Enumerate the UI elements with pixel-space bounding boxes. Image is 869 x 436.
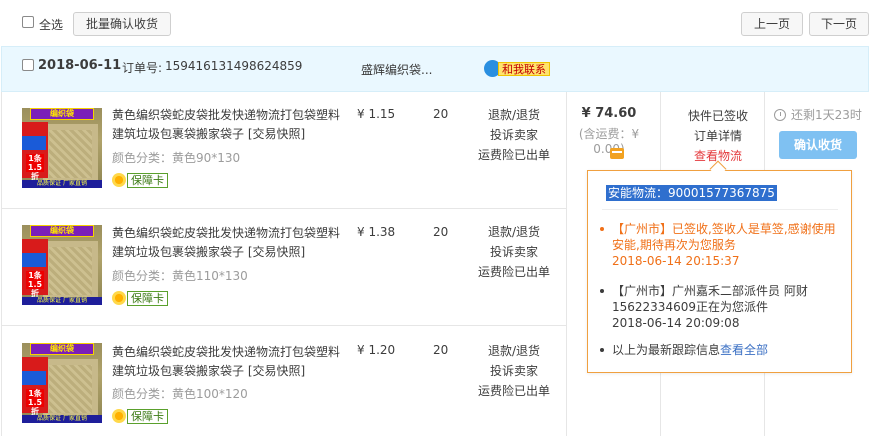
shipping-insurance-text: 运费险已出单 — [477, 384, 550, 398]
select-all-label: 全选 — [39, 18, 64, 32]
batch-confirm-button[interactable]: 批量确认收货 — [73, 12, 171, 36]
product-title-link[interactable]: 黄色编织袋蛇皮袋批发快递物流打包袋塑料建筑垃圾包裹袋搬家袋子 [交易快照] — [112, 224, 342, 262]
thumb-foot: 品质保证 厂家直销 — [22, 297, 102, 305]
table-border-left — [1, 92, 2, 436]
refund-link[interactable]: 退款/退货 — [469, 222, 559, 242]
guarantee-label: 保障卡 — [127, 172, 168, 188]
order-total: ¥ 74.60 (含运费：¥ 0.00) — [568, 106, 650, 156]
row-divider — [1, 208, 566, 209]
thumb-banner: 编织袋 — [30, 343, 94, 355]
shipping-insurance-text: 运费险已出单 — [477, 148, 550, 162]
tracking-number: 安能物流：90001577367875 — [606, 185, 777, 201]
item-operations: 退款/退货 投诉卖家 运费险已出单 — [469, 222, 559, 282]
product-spec: 颜色分类：黄色110*130 — [112, 269, 248, 283]
order-status: 快件已签收 订单详情 查看物流 — [680, 106, 756, 166]
remaining-time-text: 还剩1天23时 — [791, 108, 862, 122]
flower-icon — [112, 291, 126, 305]
order-detail-link[interactable]: 订单详情 — [680, 126, 756, 146]
complain-link[interactable]: 投诉卖家 — [469, 361, 559, 381]
product-spec: 颜色分类：黄色90*130 — [112, 151, 241, 165]
logistics-event: 【广州市】广州嘉禾二部派件员 阿财 15622334609正在为您派件 2018… — [600, 283, 840, 331]
payment-card-icon[interactable] — [610, 148, 624, 159]
thumb-banner: 编织袋 — [30, 108, 94, 120]
guarantee-card[interactable]: 保障卡 — [112, 290, 168, 306]
logistics-event: 【广州市】已签收,签收人是草签,感谢使用安能,期待再次为您服务 2018-06-… — [600, 221, 840, 269]
bullet-dot — [600, 348, 604, 352]
guarantee-label: 保障卡 — [127, 408, 168, 424]
unit-price: ¥ 1.20 — [357, 343, 396, 357]
column-divider — [566, 92, 567, 436]
unit-price: ¥ 1.38 — [357, 225, 396, 239]
guarantee-card[interactable]: 保障卡 — [112, 408, 168, 424]
thumb-banner: 编织袋 — [30, 225, 94, 237]
row-divider — [1, 325, 566, 326]
order-number: 159416131498624859 — [165, 59, 303, 73]
quantity: 20 — [433, 107, 449, 121]
thumb-foot: 品质保证 厂家直销 — [22, 180, 102, 188]
contact-seller-button[interactable]: 和我联系 — [484, 60, 550, 77]
flower-icon — [112, 173, 126, 187]
complain-link[interactable]: 投诉卖家 — [469, 242, 559, 262]
quantity: 20 — [433, 225, 449, 239]
logistics-popover: 安能物流：90001577367875 【广州市】已签收,签收人是草签,感谢使用… — [587, 170, 852, 373]
unit-price: ¥ 1.15 — [357, 107, 396, 121]
popover-divider — [602, 209, 838, 210]
select-all-checkbox[interactable] — [22, 16, 34, 28]
event-text: 【广州市】已签收,签收人是草签,感谢使用安能,期待再次为您服务 — [612, 222, 836, 252]
event-time: 2018-06-14 20:15:37 — [612, 254, 740, 268]
item-operations: 退款/退货 投诉卖家 运费险已出单 — [469, 105, 559, 165]
contact-seller-label: 和我联系 — [498, 62, 550, 76]
view-all-link[interactable]: 查看全部 — [720, 343, 768, 357]
guarantee-label: 保障卡 — [127, 290, 168, 306]
event-text: 【广州市】广州嘉禾二部派件员 阿财 15622334609正在为您派件 — [612, 284, 808, 314]
logistics-footer: 以上为最新跟踪信息查看全部 — [600, 342, 840, 358]
shipping-insurance-text: 运费险已出单 — [477, 265, 550, 279]
thumb-tag: 1条 1.5折 — [26, 154, 44, 181]
refund-link[interactable]: 退款/退货 — [469, 341, 559, 361]
complain-link[interactable]: 投诉卖家 — [469, 125, 559, 145]
bullet-dot — [600, 289, 604, 293]
confirm-receipt-button[interactable]: 确认收货 — [779, 131, 857, 159]
total-amount: ¥ 74.60 — [581, 106, 637, 121]
clock-icon — [774, 108, 786, 121]
flower-icon — [112, 409, 126, 423]
product-title-link[interactable]: 黄色编织袋蛇皮袋批发快递物流打包袋塑料建筑垃圾包裹袋搬家袋子 [交易快照] — [112, 343, 342, 381]
shipping-note: (含运费：¥ 0.00) — [578, 127, 640, 156]
product-title-link[interactable]: 黄色编织袋蛇皮袋批发快递物流打包袋塑料建筑垃圾包裹袋搬家袋子 [交易快照] — [112, 106, 342, 144]
footer-text: 以上为最新跟踪信息 — [612, 343, 721, 357]
refund-link[interactable]: 退款/退货 — [469, 105, 559, 125]
thumb-tag: 1条 1.5折 — [26, 389, 44, 416]
thumb-foot: 品质保证 厂家直销 — [22, 415, 102, 423]
event-time: 2018-06-14 20:09:08 — [612, 316, 740, 330]
status-delivered: 快件已签收 — [687, 109, 748, 123]
next-page-button[interactable]: 下一页 — [809, 12, 869, 36]
quantity: 20 — [433, 343, 449, 357]
product-thumbnail[interactable]: 编织袋 1条 1.5折 品质保证 厂家直销 — [22, 343, 102, 423]
order-number-label: 订单号: — [122, 61, 163, 75]
remaining-time: 还剩1天23时 — [774, 106, 862, 123]
prev-page-button[interactable]: 上一页 — [741, 12, 803, 36]
product-thumbnail[interactable]: 编织袋 1条 1.5折 品质保证 厂家直销 — [22, 225, 102, 305]
item-operations: 退款/退货 投诉卖家 运费险已出单 — [469, 341, 559, 401]
guarantee-card[interactable]: 保障卡 — [112, 172, 168, 188]
thumb-tag: 1条 1.5折 — [26, 271, 44, 298]
shop-name-link[interactable]: 盛辉编织袋... — [361, 61, 432, 78]
order-checkbox[interactable] — [22, 59, 34, 71]
order-date: 2018-06-11 — [38, 58, 122, 73]
product-spec: 颜色分类：黄色100*120 — [112, 387, 248, 401]
toolbar: 全选 批量确认收货 上一页 下一页 — [0, 0, 869, 46]
bullet-dot — [600, 227, 604, 231]
product-thumbnail[interactable]: 编织袋 1条 1.5折 品质保证 厂家直销 — [22, 108, 102, 188]
